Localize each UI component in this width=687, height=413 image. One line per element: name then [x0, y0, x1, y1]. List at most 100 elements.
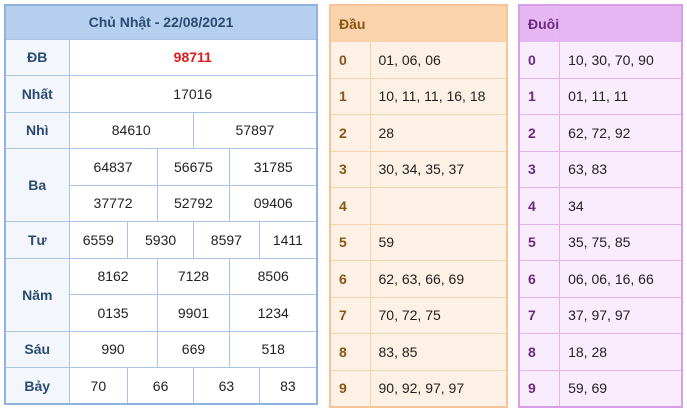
- row-dac-biet: ĐB 98711: [4, 38, 318, 76]
- dau-values: 28: [369, 114, 508, 152]
- lottery-results-table: Chủ Nhật - 22/08/2021 ĐB 98711 Nhất 1701…: [4, 4, 318, 405]
- duoi-row: 5 35, 75, 85: [518, 223, 683, 261]
- duoi-values: 10, 30, 70, 90: [559, 41, 683, 79]
- prize-ba-value: 31785: [229, 148, 318, 186]
- duoi-table: Đuôi 0 10, 30, 70, 90 1 01, 11, 11 2 62, 72…: [518, 4, 683, 408]
- duoi-values: 63, 83: [559, 150, 683, 188]
- prize-bay-value: 83: [258, 367, 318, 405]
- row-ba-1: Ba 64837 56675 31785: [4, 148, 318, 222]
- duoi-values: 37, 97, 97: [559, 296, 683, 334]
- duoi-row: 9 59, 69: [518, 369, 683, 407]
- dau-key: 2: [329, 114, 371, 152]
- duoi-values: 35, 75, 85: [559, 223, 683, 261]
- row-nhi: Nhì 84610 57897: [4, 111, 318, 149]
- dau-row: 8 83, 85: [329, 333, 508, 371]
- prize-nam-value: 8506: [229, 257, 318, 295]
- prize-ba-value: 52792: [156, 184, 231, 222]
- dau-row: 7 70, 72, 75: [329, 296, 508, 334]
- duoi-header-blank: [559, 4, 683, 42]
- duoi-header: Đuôi: [518, 4, 561, 42]
- duoi-values: 18, 28: [559, 333, 683, 371]
- dau-values: 90, 92, 97, 97: [369, 369, 508, 407]
- prize-ba-value: 56675: [156, 148, 231, 186]
- duoi-key: 7: [518, 296, 561, 334]
- dau-row: 6 62, 63, 66, 69: [329, 260, 508, 298]
- dau-values: 01, 06, 06: [369, 41, 508, 79]
- prize-bay-value: 70: [68, 367, 129, 405]
- dau-row: 1 10, 11, 11, 16, 18: [329, 77, 508, 115]
- results-date-title: Chủ Nhật - 22/08/2021: [4, 4, 318, 40]
- prize-tu-value: 8597: [192, 221, 260, 259]
- dau-row: 3 30, 34, 35, 37: [329, 150, 508, 188]
- prize-ba-value: 37772: [68, 184, 158, 222]
- prize-nam-value: 0135: [68, 294, 158, 332]
- row-nam-1: Năm 8162 7128 8506: [4, 257, 318, 332]
- duoi-key: 8: [518, 333, 561, 371]
- duoi-values: 62, 72, 92: [559, 114, 683, 152]
- prize-nam-value: 7128: [156, 257, 231, 295]
- dau-row: 4: [329, 187, 508, 225]
- prize-label-sau: Sáu: [4, 330, 70, 368]
- prize-db-value: 98711: [68, 38, 318, 76]
- duoi-row: 0 10, 30, 70, 90: [518, 41, 683, 79]
- prize-nam-value: 9901: [156, 294, 231, 332]
- dau-table: Đầu 0 01, 06, 06 1 10, 11, 11, 16, 18 2 28 …: [329, 4, 508, 408]
- prize-label-db: ĐB: [4, 38, 70, 76]
- dau-key: 0: [329, 41, 371, 79]
- dau-key: 7: [329, 296, 371, 334]
- duoi-key: 3: [518, 150, 561, 188]
- dau-header-blank: [369, 4, 508, 42]
- duoi-key: 2: [518, 114, 561, 152]
- prize-sau-value: 990: [68, 330, 158, 368]
- dau-key: 4: [329, 187, 371, 225]
- duoi-row: 6 06, 06, 16, 66: [518, 260, 683, 298]
- row-bay: Bảy 70 66 63 83: [4, 367, 318, 405]
- duoi-key: 1: [518, 77, 561, 115]
- prize-nam-value: 8162: [68, 257, 158, 295]
- dau-values: 70, 72, 75: [369, 296, 508, 334]
- duoi-values: 01, 11, 11: [559, 77, 683, 115]
- duoi-row: 7 37, 97, 97: [518, 296, 683, 334]
- dau-row: 2 28: [329, 114, 508, 152]
- dau-row: 0 01, 06, 06: [329, 41, 508, 79]
- prize-sau-value: 669: [156, 330, 231, 368]
- dau-values: 62, 63, 66, 69: [369, 260, 508, 298]
- prize-nhi-value: 57897: [192, 111, 318, 149]
- prize-label-ba: Ba: [4, 148, 70, 222]
- dau-values: [369, 187, 508, 225]
- prize-sau-value: 518: [229, 330, 318, 368]
- duoi-key: 6: [518, 260, 561, 298]
- dau-key: 5: [329, 223, 371, 261]
- dau-values: 30, 34, 35, 37: [369, 150, 508, 188]
- duoi-row: 1 01, 11, 11: [518, 77, 683, 115]
- prize-label-bay: Bảy: [4, 367, 70, 405]
- row-tu: Tư 6559 5930 8597 1411: [4, 221, 318, 259]
- dau-values: 10, 11, 11, 16, 18: [369, 77, 508, 115]
- prize-tu-value: 5930: [127, 221, 194, 259]
- dau-key: 9: [329, 369, 371, 407]
- prize-label-nam: Năm: [4, 257, 70, 332]
- duoi-key: 5: [518, 223, 561, 261]
- prize-ba-value: 64837: [68, 148, 158, 186]
- dau-row: 5 59: [329, 223, 508, 261]
- prize-bay-value: 66: [127, 367, 194, 405]
- dau-key: 6: [329, 260, 371, 298]
- prize-nam-value: 1234: [229, 294, 318, 332]
- duoi-key: 9: [518, 369, 561, 407]
- prize-bay-value: 63: [192, 367, 260, 405]
- duoi-row: 4 34: [518, 187, 683, 225]
- duoi-key: 4: [518, 187, 561, 225]
- dau-row: 9 90, 92, 97, 97: [329, 369, 508, 407]
- duoi-key: 0: [518, 41, 561, 79]
- dau-header: Đầu: [329, 4, 371, 42]
- row-sau: Sáu 990 669 518: [4, 330, 318, 368]
- dau-values: 83, 85: [369, 333, 508, 371]
- prize-label-nhi: Nhì: [4, 111, 70, 149]
- duoi-values: 59, 69: [559, 369, 683, 407]
- prize-nhat-value: 17016: [68, 75, 318, 113]
- dau-values: 59: [369, 223, 508, 261]
- prize-nhi-value: 84610: [68, 111, 194, 149]
- dau-key: 1: [329, 77, 371, 115]
- duoi-row: 3 63, 83: [518, 150, 683, 188]
- dau-key: 3: [329, 150, 371, 188]
